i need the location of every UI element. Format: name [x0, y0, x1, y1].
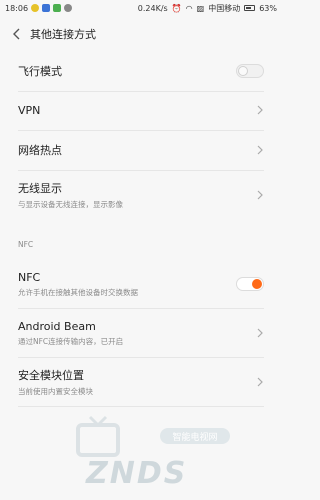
status-bar: 18:06 0.24K/s ⏰ ◠ ▨ 中国移动 63%: [0, 0, 282, 16]
watermark-text: ZNDS: [86, 456, 188, 491]
secure-element-label: 安全模块位置: [18, 369, 84, 382]
page-title: 其他连接方式: [30, 28, 96, 41]
status-time: 18:06: [5, 3, 29, 13]
android-beam-description: 通过NFC连接传输内容，已开启: [18, 336, 124, 346]
battery-percent: 63%: [259, 3, 277, 13]
battery-icon: [244, 5, 256, 11]
divider: [18, 130, 264, 131]
notification-app-icon: [64, 4, 73, 12]
secure-element-description: 当前使用内置安全模块: [18, 387, 93, 396]
network-speed: 0.24K/s: [137, 3, 168, 13]
section-header-nfc: NFC: [18, 240, 34, 249]
watermark-badge: 智能电视网: [160, 428, 230, 444]
divider: [18, 357, 264, 358]
alarm-icon: ⏰: [171, 3, 182, 13]
nfc-description: 允许手机在接触其他设备时交换数据: [18, 287, 138, 297]
toggle-knob: [252, 279, 262, 289]
notification-app-icon: [53, 4, 62, 12]
hotspot-label: 网络热点: [18, 144, 62, 157]
wireless-display-row[interactable]: 无线显示 与显示设备无线连接，显示影像: [18, 179, 264, 211]
hotspot-row[interactable]: 网络热点: [18, 141, 264, 159]
carrier-name: 中国移动: [208, 3, 241, 13]
android-beam-label: Android Beam: [18, 319, 96, 333]
nfc-toggle[interactable]: [236, 277, 264, 291]
divider: [18, 308, 264, 309]
chevron-right-icon: [257, 105, 263, 115]
airplane-mode-row[interactable]: 飞行模式: [18, 62, 264, 80]
divider: [18, 170, 264, 171]
divider: [18, 406, 264, 407]
chevron-right-icon: [257, 328, 263, 338]
chevron-right-icon: [257, 190, 263, 200]
secure-element-row[interactable]: 安全模块位置 当前使用内置安全模块: [18, 366, 264, 398]
divider: [18, 91, 264, 92]
notification-app-icon: [31, 4, 40, 12]
wifi-icon: ◠: [185, 3, 193, 13]
nfc-row[interactable]: NFC 允许手机在接触其他设备时交换数据: [18, 268, 264, 300]
page-header: 其他连接方式: [0, 18, 282, 50]
android-beam-row[interactable]: Android Beam 通过NFC连接传输内容，已开启: [18, 317, 264, 349]
back-arrow-icon[interactable]: [10, 27, 24, 41]
vpn-label: VPN: [18, 103, 41, 117]
chevron-right-icon: [257, 377, 263, 387]
airplane-mode-toggle[interactable]: [236, 64, 264, 78]
notification-app-icon: [42, 4, 51, 12]
toggle-knob: [238, 66, 248, 76]
chevron-right-icon: [257, 145, 263, 155]
airplane-mode-label: 飞行模式: [18, 65, 62, 78]
sim-icon: ▨: [196, 3, 205, 13]
wireless-display-label: 无线显示: [18, 182, 62, 195]
nfc-label: NFC: [18, 270, 41, 284]
vpn-row[interactable]: VPN: [18, 101, 264, 119]
wireless-display-description: 与显示设备无线连接，显示影像: [18, 200, 123, 209]
